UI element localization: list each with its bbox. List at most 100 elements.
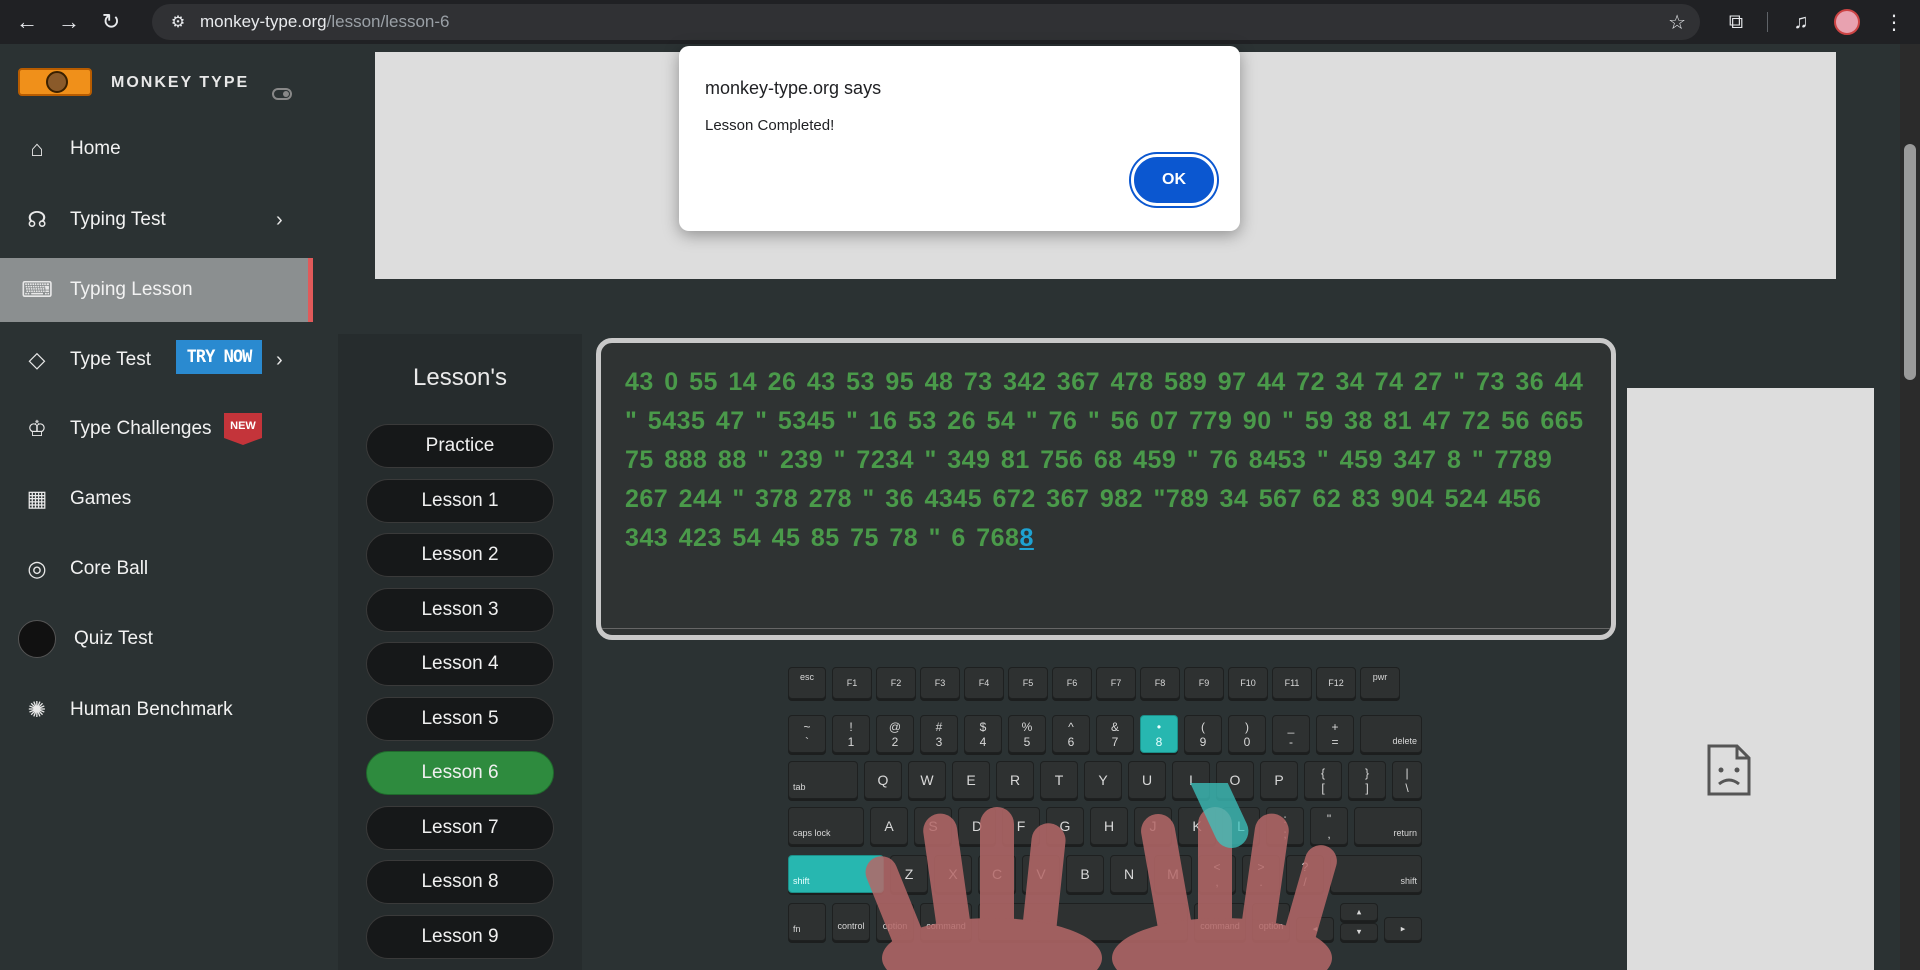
sidebar-item-core-ball[interactable]: ◎ Core Ball: [0, 537, 315, 601]
forward-icon[interactable]: →: [54, 7, 84, 37]
page-scrollbar[interactable]: [1900, 44, 1920, 970]
key-j: J: [1134, 807, 1172, 845]
try-now-badge[interactable]: TRY NOW: [176, 340, 262, 374]
key-minus: _ -: [1272, 715, 1310, 753]
monkey-logo-icon: [46, 71, 68, 93]
home-icon: ⌂: [30, 136, 44, 161]
sidebar-item-label: Core Ball: [70, 558, 149, 579]
sidebar-item-type-test[interactable]: ◇ Type Test TRY NOW ›: [0, 328, 315, 392]
key-label: Y: [1098, 772, 1108, 788]
alert-ok-button[interactable]: OK: [1131, 154, 1217, 206]
sidebar: MONKEY TYPE ⌂ Home ☊ Typing Test › ⌨ Typ…: [0, 44, 315, 970]
key-x: X: [934, 855, 972, 893]
gitlab-icon: ◇: [28, 347, 46, 372]
key-l: L: [1222, 807, 1260, 845]
lesson-3-button[interactable]: Lesson 3: [366, 588, 554, 632]
alert-message: Lesson Completed!: [705, 117, 835, 134]
key-label: (: [1201, 720, 1205, 734]
back-icon[interactable]: ←: [12, 7, 42, 37]
typing-text: 43 0 55 14 26 43 53 95 48 73 342 367 478…: [625, 363, 1595, 558]
key-label: K: [1192, 818, 1202, 834]
key-label: F3: [934, 678, 946, 688]
key-f12: F12: [1316, 667, 1356, 699]
key-arrow-down: ▾: [1340, 923, 1378, 941]
chevron-right-icon: ›: [276, 348, 283, 371]
key-label: =: [1331, 735, 1339, 749]
url-path: /lesson/lesson-6: [326, 12, 450, 31]
url-text[interactable]: monkey-type.org/lesson/lesson-6: [200, 12, 449, 32]
key-f6: F6: [1052, 667, 1092, 699]
key-f1: F1: [832, 667, 872, 699]
key-h: H: [1090, 807, 1128, 845]
key-label: {: [1320, 766, 1325, 780]
key-label: 7: [1111, 735, 1119, 749]
lesson-4-button[interactable]: Lesson 4: [366, 642, 554, 686]
key-m: M: [1154, 855, 1192, 893]
sidebar-item-human-benchmark[interactable]: ✺ Human Benchmark: [0, 678, 315, 742]
arrow-up-icon: ▴: [1356, 906, 1362, 917]
virtual-keyboard: esc F1 F2 F3 F4 F5 F6 F7 F8 F9 F10 F11 F…: [786, 663, 1426, 970]
key-f9: F9: [1184, 667, 1224, 699]
key-shift-left-highlighted: shift: [788, 855, 884, 893]
key-label: `: [805, 735, 809, 749]
key-9: (9: [1184, 715, 1222, 753]
menu-kebab-icon[interactable]: ⋮: [1880, 8, 1908, 36]
key-comma: <,: [1198, 855, 1236, 893]
key-tab: tab: [788, 761, 858, 799]
key-label: tab: [793, 782, 806, 792]
key-label: #: [935, 720, 943, 734]
lesson-5-button[interactable]: Lesson 5: [366, 697, 554, 741]
lesson-1-button[interactable]: Lesson 1: [366, 479, 554, 523]
key-label: Q: [877, 772, 889, 788]
key-label: J: [1149, 818, 1157, 834]
extensions-icon[interactable]: ⧉: [1722, 8, 1750, 36]
sidebar-item-label: Type Test: [70, 349, 151, 370]
key-q: Q: [864, 761, 902, 799]
key-label: control: [837, 920, 865, 931]
text-panel-divider: [601, 628, 1611, 629]
key-label: command: [926, 920, 966, 931]
media-control-icon[interactable]: ♫: [1787, 8, 1815, 36]
theme-toggle-icon[interactable]: [272, 88, 292, 100]
lesson-7-button[interactable]: Lesson 7: [366, 806, 554, 850]
lesson-8-button[interactable]: Lesson 8: [366, 860, 554, 904]
keyboard-icon: ⌨: [21, 277, 53, 302]
lesson-2-button[interactable]: Lesson 2: [366, 533, 554, 577]
profile-avatar[interactable]: [1834, 9, 1860, 35]
sidebar-item-typing-test[interactable]: ☊ Typing Test ›: [0, 188, 315, 252]
sidebar-item-games[interactable]: ▦ Games: [0, 467, 315, 531]
key-label: F: [1016, 818, 1026, 834]
key-tilde: ~ `: [788, 715, 826, 753]
key-label: caps lock: [793, 828, 831, 838]
key-f: F: [1002, 807, 1040, 845]
key-label: F4: [978, 678, 990, 688]
key-label: F11: [1284, 678, 1300, 688]
key-label: •: [1156, 720, 1162, 734]
typing-text-panel[interactable]: 43 0 55 14 26 43 53 95 48 73 342 367 478…: [596, 338, 1616, 640]
sidebar-item-quiz-test[interactable]: Quiz Test: [0, 607, 315, 671]
lesson-practice-button[interactable]: Practice: [366, 424, 554, 468]
scrollbar-thumb[interactable]: [1904, 144, 1916, 380]
key-1: ! 1: [832, 715, 870, 753]
key-w: W: [908, 761, 946, 799]
logo[interactable]: [18, 68, 92, 96]
key-label: option: [1258, 920, 1284, 931]
lesson-9-button[interactable]: Lesson 9: [366, 915, 554, 959]
site-info-icon[interactable]: ⚙: [166, 10, 190, 34]
sidebar-item-typing-lesson[interactable]: ⌨ Typing Lesson: [0, 258, 313, 322]
sidebar-item-home[interactable]: ⌂ Home: [0, 117, 315, 181]
lessons-panel: Lesson's Practice Lesson 1 Lesson 2 Less…: [338, 334, 582, 970]
chevron-right-icon: ›: [276, 208, 283, 231]
grid-icon: ▦: [26, 486, 48, 511]
key-f7: F7: [1096, 667, 1136, 699]
key-2: @2: [876, 715, 914, 753]
key-label: X: [948, 866, 958, 882]
lesson-6-button[interactable]: Lesson 6: [366, 751, 554, 795]
key-4: $4: [964, 715, 1002, 753]
bookmark-star-icon[interactable]: ☆: [1668, 10, 1686, 35]
key-label: F8: [1154, 678, 1166, 688]
sidebar-item-type-challenges[interactable]: ♔ Type Challenges NEW: [0, 397, 315, 461]
reload-icon[interactable]: ↻: [96, 7, 126, 37]
key-s: S: [914, 807, 952, 845]
address-bar[interactable]: ⚙ monkey-type.org/lesson/lesson-6 ☆: [152, 4, 1700, 40]
